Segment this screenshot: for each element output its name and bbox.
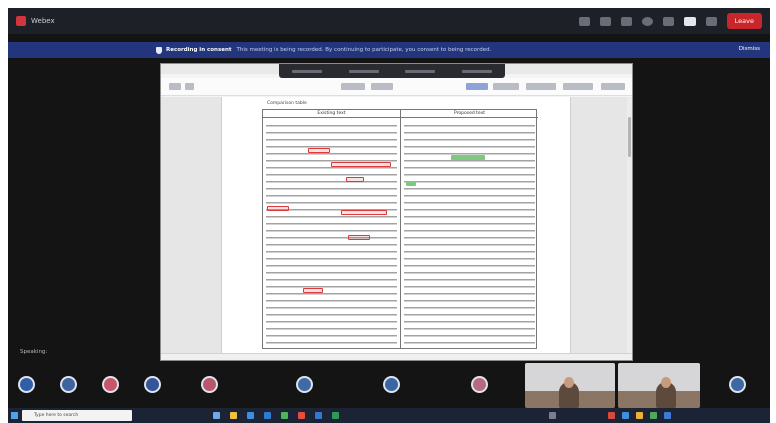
red-annotation — [341, 210, 387, 215]
taskbar-search-input[interactable]: Type here to search — [22, 410, 132, 421]
red-annotation — [267, 206, 289, 211]
taskbar-app-icon[interactable] — [247, 412, 254, 419]
left-column-text — [266, 122, 397, 344]
taskbar-app-icon[interactable] — [549, 412, 556, 419]
app-badge[interactable]: Webex — [16, 16, 55, 26]
avatar — [729, 376, 746, 393]
avatar — [296, 376, 313, 393]
green-highlight — [406, 181, 416, 186]
avatar — [383, 376, 400, 393]
red-annotation — [348, 235, 370, 240]
taskbar-app-icon[interactable] — [636, 412, 643, 419]
bell-icon — [156, 46, 162, 54]
red-annotation — [331, 162, 391, 167]
green-highlight — [451, 155, 485, 160]
avatar — [144, 376, 161, 393]
participant-head — [564, 377, 574, 388]
sharing-control-item[interactable] — [405, 69, 436, 73]
toolbar-button[interactable] — [371, 83, 393, 90]
taskbar-app-icon[interactable] — [664, 412, 671, 419]
participant-tile[interactable] — [288, 368, 366, 408]
taskbar-app-icon[interactable] — [622, 412, 629, 419]
document-page: Comparison table Existing text Proposed … — [221, 97, 571, 353]
shared-screen: Comparison table Existing text Proposed … — [160, 63, 633, 361]
vertical-scrollbar[interactable] — [627, 97, 632, 353]
red-annotation — [308, 148, 330, 153]
taskbar-app-icon[interactable] — [332, 412, 339, 419]
taskbar-app-icon[interactable] — [281, 412, 288, 419]
sharing-control-item[interactable] — [292, 69, 323, 73]
participant-tile[interactable] — [193, 368, 271, 408]
right-column-header: Proposed text — [401, 110, 538, 118]
participant-tile[interactable] — [713, 368, 763, 408]
taskbar-app-icon[interactable] — [264, 412, 271, 419]
minimize-icon[interactable] — [620, 16, 632, 26]
toolbar-button[interactable] — [601, 83, 625, 90]
participant-video[interactable] — [525, 363, 615, 408]
title-bar: Webex Leave — [8, 8, 770, 34]
taskbar-app-icon[interactable] — [230, 412, 237, 419]
windows-taskbar: Type here to search — [8, 408, 770, 423]
toolbar-button[interactable] — [185, 83, 194, 90]
notification-message: This meeting is being recorded. By conti… — [236, 47, 492, 53]
participant-tile[interactable] — [375, 368, 453, 408]
toolbar-button[interactable] — [563, 83, 593, 90]
speaking-indicator: Speaking: — [20, 349, 48, 355]
participant-head — [661, 377, 671, 388]
avatar — [201, 376, 218, 393]
layout-icon[interactable] — [578, 16, 590, 26]
document-status-bar — [161, 353, 632, 360]
webex-logo-icon — [16, 16, 26, 26]
left-column-header: Existing text — [263, 110, 400, 118]
recording-notification: Recording in consent This meeting is bei… — [8, 42, 770, 58]
notification-title: Recording in consent — [166, 47, 232, 53]
toolbar-button[interactable] — [466, 83, 488, 90]
avatar — [102, 376, 119, 393]
toolbar-button[interactable] — [169, 83, 181, 90]
red-annotation — [346, 177, 364, 182]
avatar — [471, 376, 488, 393]
taskbar-app-icon[interactable] — [213, 412, 220, 419]
sharing-control-item[interactable] — [348, 69, 379, 73]
sharing-control-item[interactable] — [461, 69, 492, 73]
participants-icon[interactable] — [599, 16, 611, 26]
search-placeholder: Type here to search — [34, 413, 79, 418]
info-icon[interactable] — [641, 16, 653, 26]
document-toolbar — [161, 78, 632, 96]
toolbar-button[interactable] — [526, 83, 556, 90]
scroll-thumb[interactable] — [628, 117, 631, 157]
photo-frame: Webex Leave Recording in consent This me… — [0, 0, 776, 423]
more-icon[interactable] — [705, 16, 717, 26]
document-title: Comparison table — [267, 101, 307, 106]
sharing-control-bar[interactable] — [279, 64, 505, 78]
leave-button[interactable]: Leave — [726, 13, 762, 29]
meeting-window: Webex Leave Recording in consent This me… — [8, 8, 770, 408]
settings-icon[interactable] — [662, 16, 674, 26]
document-viewport[interactable]: Comparison table Existing text Proposed … — [161, 97, 632, 353]
window-controls: Leave — [578, 13, 762, 29]
app-title: Webex — [31, 17, 55, 25]
windows-start-icon[interactable] — [11, 412, 18, 419]
avatar — [18, 376, 35, 393]
participant-video[interactable] — [618, 363, 700, 408]
column-divider — [400, 110, 401, 348]
taskbar-app-icon[interactable] — [298, 412, 305, 419]
dismiss-button[interactable]: Dismiss — [739, 46, 760, 52]
taskbar-app-icon[interactable] — [650, 412, 657, 419]
comparison-table: Existing text Proposed text — [262, 109, 538, 349]
toolbar-button[interactable] — [493, 83, 519, 90]
camera-icon[interactable] — [683, 16, 696, 26]
avatar — [60, 376, 77, 393]
taskbar-app-icon[interactable] — [315, 412, 322, 419]
red-annotation — [303, 288, 323, 293]
taskbar-app-icon[interactable] — [608, 412, 615, 419]
toolbar-button[interactable] — [341, 83, 365, 90]
